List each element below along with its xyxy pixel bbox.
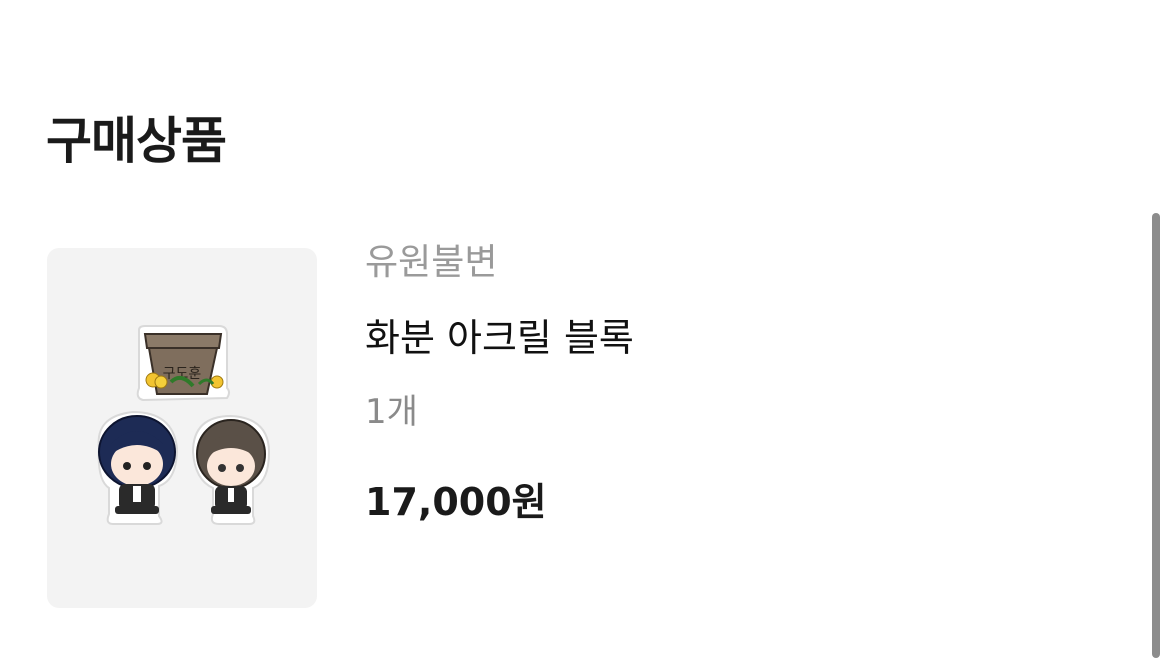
acrylic-block-product-image: 구도훈: [97, 325, 271, 525]
product-thumbnail[interactable]: 구도훈: [47, 248, 317, 608]
right-character-block: [191, 414, 271, 525]
section-title: 구매상품: [46, 112, 227, 170]
product-price: 17,000원: [365, 480, 547, 524]
product-quantity: 1개: [365, 392, 418, 432]
product-item[interactable]: 구도훈 유원불변 화분 아크릴 블록 1개 17,000원: [47, 242, 1127, 608]
vertical-scrollbar[interactable]: [1152, 213, 1160, 658]
left-character-block: [97, 410, 179, 525]
product-name[interactable]: 화분 아크릴 블록: [365, 312, 634, 364]
flowerpot-block: 구도훈: [136, 325, 230, 402]
purchased-products-page: 구매상품 구도훈 유원불변 화분 아크릴 블록 1개 17,000원: [0, 0, 1170, 658]
product-brand: 유원불변: [365, 242, 498, 283]
